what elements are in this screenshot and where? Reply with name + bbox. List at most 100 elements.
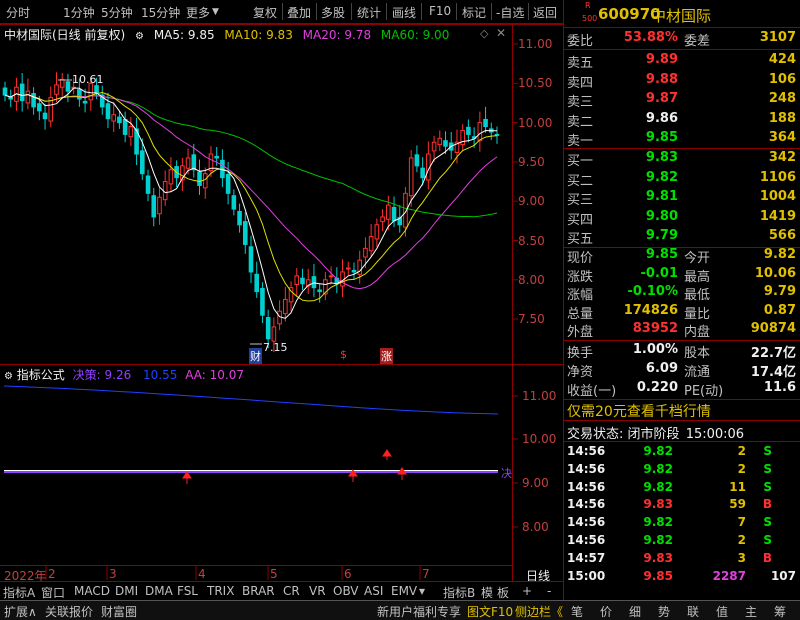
low-annotation: 7.15 [263, 341, 288, 354]
tab-board[interactable]: 板 [497, 584, 509, 601]
wealth-circle-button[interactable]: 财富圈 [101, 603, 137, 620]
settings-icon[interactable]: ⚙ [4, 371, 13, 382]
tab-obv[interactable]: OBV [333, 584, 359, 598]
candle-body [408, 157, 414, 197]
stock-name: 中材国际 [651, 7, 712, 25]
tab-fsl[interactable]: FSL [177, 584, 198, 598]
tick-row: 14:56 9.82 2 S [567, 533, 772, 547]
candle-body [437, 137, 443, 146]
remove-window-button[interactable]: - [547, 584, 551, 598]
price-tick-label: 7.50 [518, 312, 545, 326]
candle-body [59, 78, 65, 88]
nav-main[interactable]: 主 [745, 603, 757, 620]
candle-body [254, 273, 260, 293]
candle-body [483, 118, 488, 128]
promo-link[interactable]: 仅需20元查看千档行情 [567, 401, 711, 421]
bid-row: 买五 9.79 566 [567, 228, 796, 247]
nav-detail[interactable]: 细 [629, 603, 641, 620]
candle-body [225, 173, 231, 194]
candle-body [300, 277, 305, 285]
dollar-marker[interactable]: $ [340, 348, 347, 361]
candle-body [242, 221, 248, 245]
tab-brar[interactable]: BRAR [242, 584, 275, 598]
ma5-line [4, 87, 497, 319]
candle-body [271, 326, 277, 342]
tick-row: 14:56 9.82 7 S [567, 515, 772, 530]
candle-body [214, 155, 219, 159]
tab-cr[interactable]: CR [283, 584, 300, 598]
candle-body [294, 275, 300, 286]
tab-indicator-a[interactable]: 指标A [3, 584, 35, 601]
indicator-legend: ⚙ 指标公式 决策: 9.26 10.55 AA: 10.07 [4, 366, 244, 383]
nav-trend[interactable]: 势 [658, 603, 670, 620]
tick-row: 14:57 9.83 3 B [567, 550, 772, 565]
ask-row: 卖一 9.85 364 [567, 130, 796, 149]
tab-macd[interactable]: MACD [74, 584, 110, 598]
tab-emv[interactable]: EMV [391, 584, 417, 598]
tick-row: 14:56 9.82 11 S [567, 479, 772, 494]
chevron-down-icon[interactable]: ▾ [419, 584, 425, 598]
nav-linked[interactable]: 联 [687, 603, 699, 620]
candle-body [368, 236, 374, 252]
ask-row: 卖五 9.89 424 [567, 52, 796, 71]
badge-500: 500 [582, 14, 598, 23]
tab-template[interactable]: 模 [481, 584, 493, 601]
indicator-tick-label: 9.00 [522, 476, 549, 490]
nav-value[interactable]: 值 [716, 603, 728, 620]
nav-price[interactable]: 价 [600, 603, 612, 620]
candle-body [54, 84, 59, 95]
f10-graphic-button[interactable]: 图文F10 [467, 603, 513, 620]
candle-body [466, 126, 471, 135]
finance-marker[interactable]: 财 [249, 348, 262, 364]
x-axis-month: 4 [198, 567, 206, 581]
candle-body [237, 210, 242, 226]
related-quotes-button[interactable]: 关联报价 [45, 603, 93, 620]
rise-marker[interactable]: 涨 [380, 348, 393, 364]
candle-body [477, 122, 483, 142]
candle-body [283, 298, 288, 315]
tab-vr[interactable]: VR [309, 584, 326, 598]
candle-body [151, 195, 157, 218]
candle-body [128, 126, 134, 138]
price-tick-label: 10.00 [518, 116, 553, 130]
indicator-tick-label: 10.00 [522, 432, 557, 446]
candle-body [157, 196, 162, 215]
candle-body [19, 83, 25, 102]
ask-row: 卖四 9.88 106 [567, 71, 796, 91]
quote-panel: R 500 600970 中材国际 委比 53.88% 委差 3107 仅需20… [563, 0, 800, 600]
x-axis-month: 3 [109, 567, 117, 581]
price-tick-label: 9.00 [518, 194, 545, 208]
fundamental-row: 净资 6.09 流通 17.4亿 [567, 361, 796, 380]
high-annotation: 10.61 [72, 73, 104, 86]
chart-canvas [0, 24, 563, 581]
candle-body [494, 133, 500, 136]
expand-button[interactable]: 扩展∧ [4, 603, 37, 620]
bid-row: 买三 9.81 1004 [567, 189, 796, 208]
tab-asi[interactable]: ASI [364, 584, 383, 598]
tab-dmi[interactable]: DMI [115, 584, 138, 598]
nav-chips[interactable]: 筹 [774, 603, 786, 620]
weibi-value: 53.88% [623, 30, 678, 45]
candle-body [345, 267, 351, 270]
sidebar-toggle[interactable]: 侧边栏《 [515, 603, 563, 620]
candle-body [82, 100, 88, 104]
indicator-tick-label: 11.00 [522, 389, 557, 403]
candle-body [363, 247, 368, 258]
tab-window[interactable]: 窗口 [41, 584, 65, 601]
tab-dma[interactable]: DMA [145, 584, 173, 598]
juece-label: 决策: 9.26 [72, 368, 132, 382]
x-axis-month: 2 [48, 567, 56, 581]
tab-indicator-b[interactable]: 指标B [443, 584, 475, 601]
candle-body [105, 103, 111, 120]
nav-trades[interactable]: 笔 [571, 603, 583, 620]
buy-signal-arrows [182, 449, 407, 484]
candle-body [122, 118, 128, 135]
add-window-button[interactable]: + [522, 584, 532, 598]
price-tick-label: 9.50 [518, 155, 545, 169]
new-user-benefit-link[interactable]: 新用户福利专享 [377, 603, 461, 620]
candle-body [77, 89, 82, 100]
tab-trix[interactable]: TRIX [207, 584, 234, 598]
quote-row: 总量 174826 量比 0.87 [567, 302, 796, 322]
badge-r: R [585, 1, 591, 10]
quote-row: 涨跌 -0.01 最高 10.06 [567, 265, 796, 285]
